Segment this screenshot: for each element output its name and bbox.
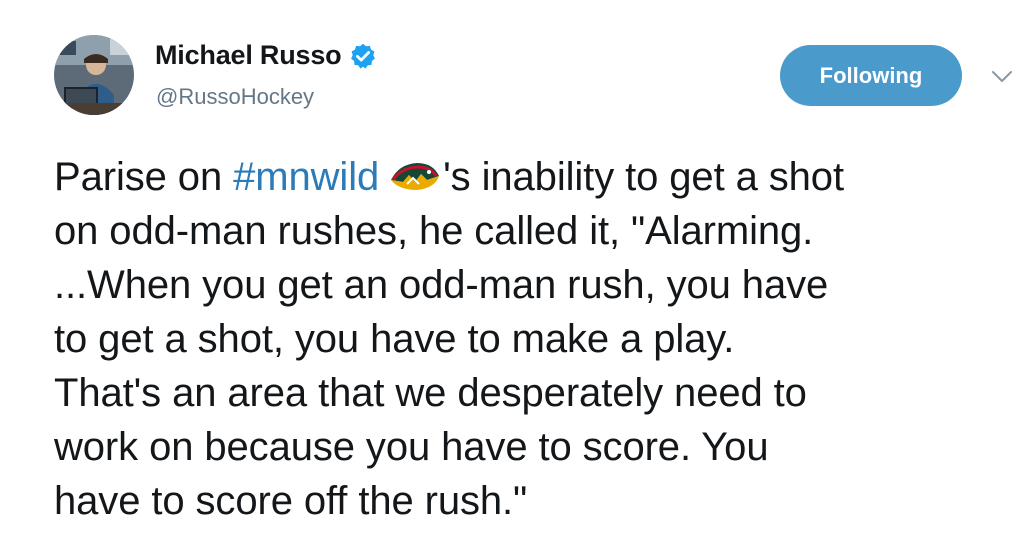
tweet-line-7: have to score off the rush."	[54, 479, 528, 523]
author-handle[interactable]: @RussoHockey	[156, 84, 314, 110]
tweet-card: Michael Russo @RussoHockey Following Par…	[0, 0, 1024, 547]
following-button[interactable]: Following	[780, 45, 962, 106]
author-row: Michael Russo	[155, 40, 377, 71]
minnesota-wild-logo-icon	[387, 154, 443, 190]
avatar[interactable]	[54, 35, 134, 115]
tweet-line-2: on odd-man rushes, he called it, "Alarmi…	[54, 209, 814, 253]
tweet-line-3: ...When you get an odd-man rush, you hav…	[54, 263, 829, 307]
tweet-line-6: work on because you have to score. You	[54, 425, 769, 469]
hashtag-link[interactable]: #mnwild	[233, 155, 379, 199]
verified-badge-icon	[349, 42, 377, 70]
chevron-down-icon[interactable]	[991, 70, 1013, 84]
tweet-text: Parise on #mnwild 's inability to get a …	[54, 150, 1019, 528]
tweet-line-1: Parise on #mnwild 's inability to get a …	[54, 150, 1019, 204]
tweet-text-suffix: 's inability to get a shot	[443, 155, 844, 199]
tweet-text-prefix: Parise on	[54, 155, 234, 199]
tweet-line-4: to get a shot, you have to make a play.	[54, 317, 735, 361]
tweet-line-5: That's an area that we desperately need …	[54, 371, 807, 415]
avatar-photo-icon	[54, 35, 134, 115]
display-name[interactable]: Michael Russo	[155, 40, 342, 71]
